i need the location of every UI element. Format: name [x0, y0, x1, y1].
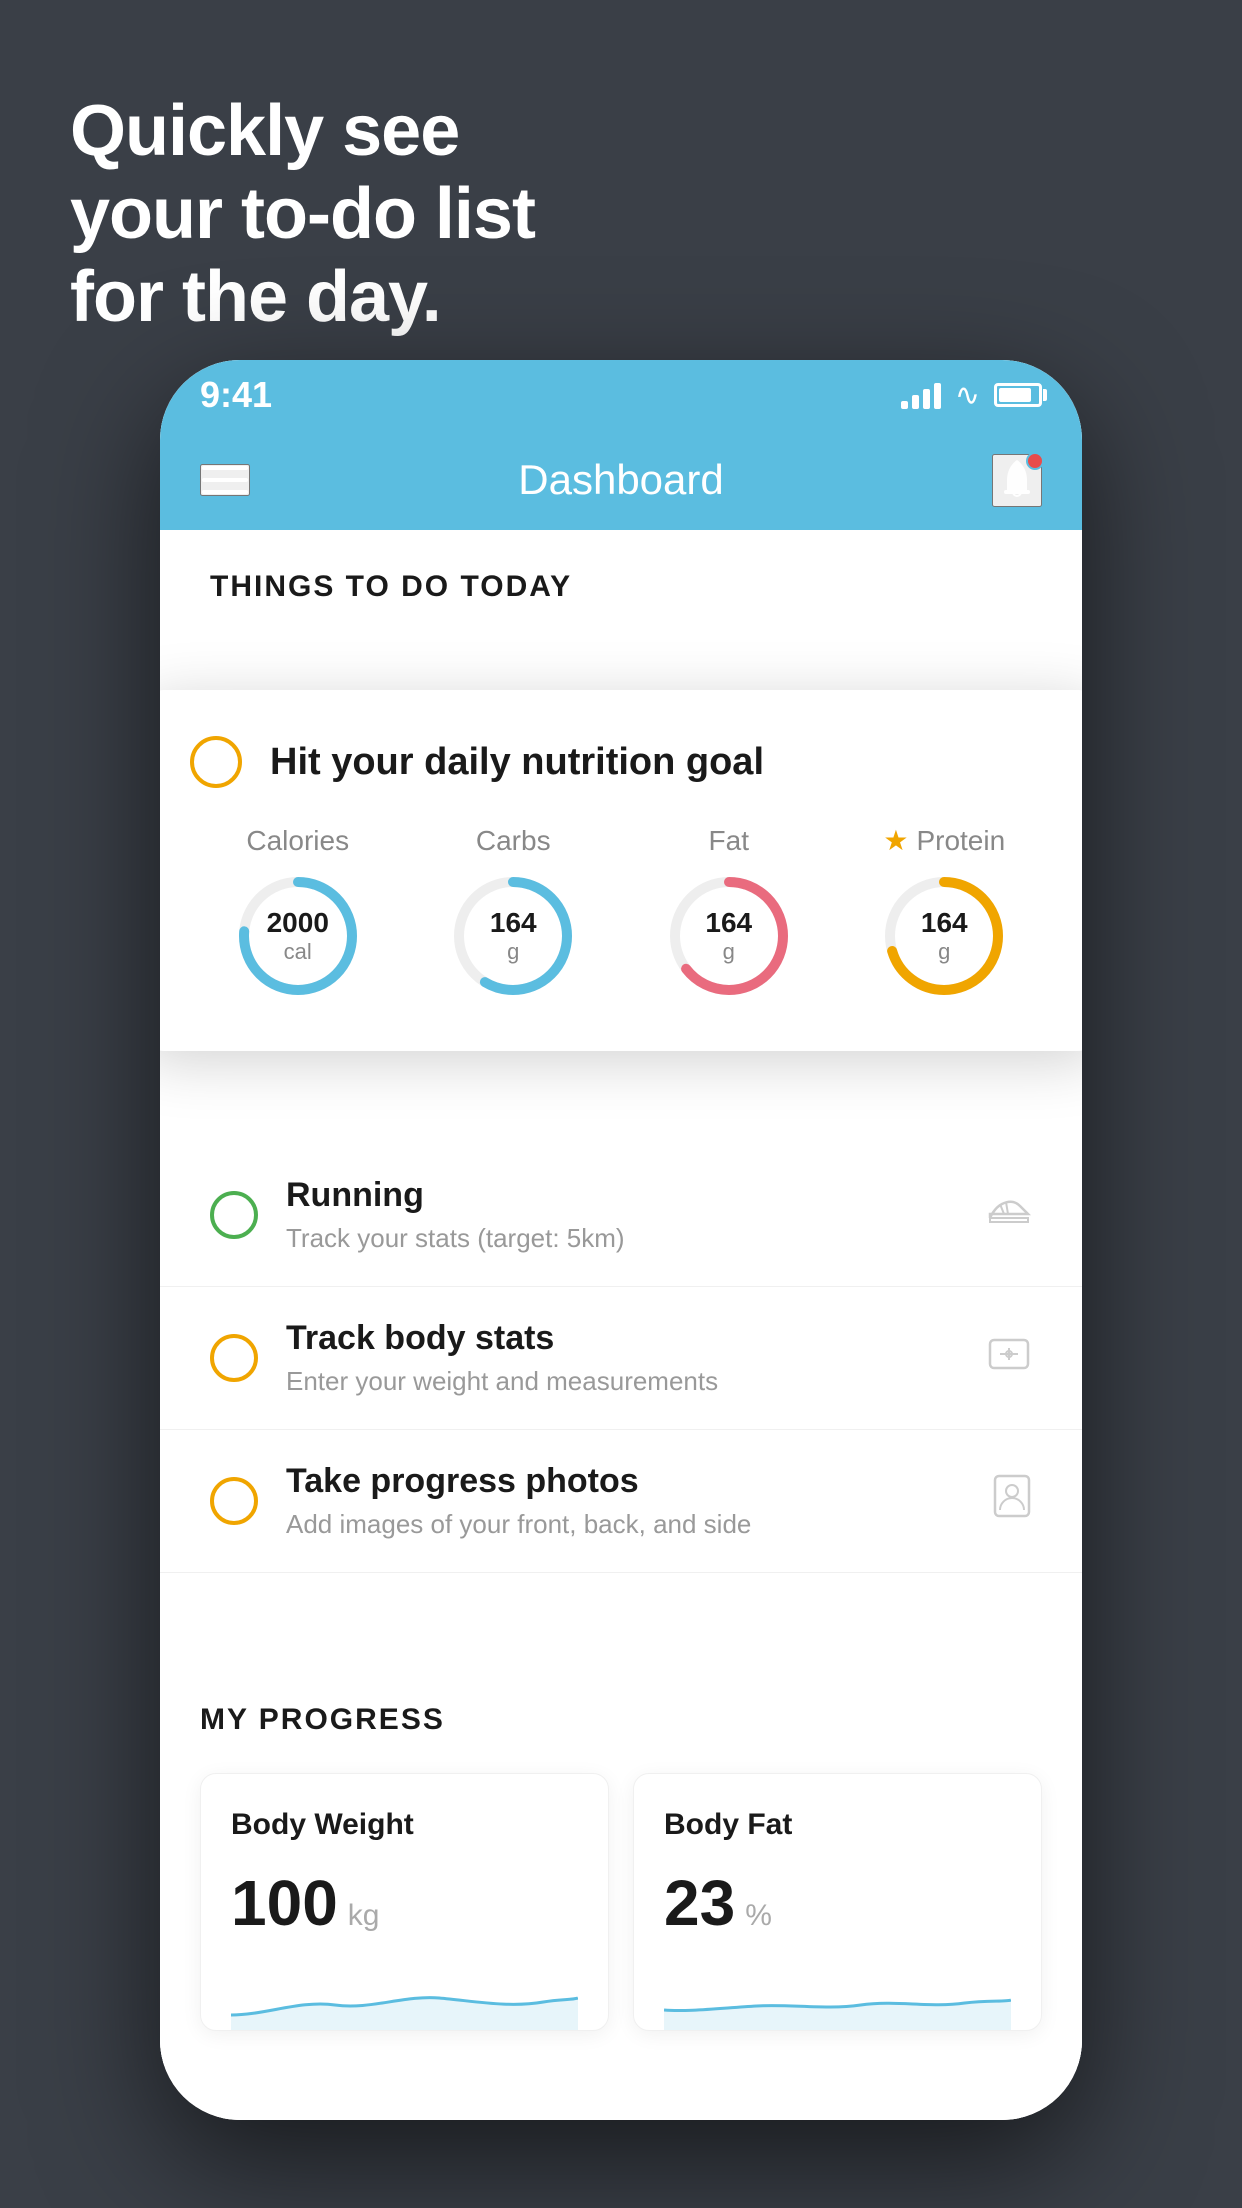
body-weight-unit: kg: [348, 1899, 380, 1933]
notification-dot: [1026, 452, 1044, 470]
progress-cards: Body Weight 100 kg: [200, 1773, 1042, 2031]
photos-subtitle: Add images of your front, back, and side: [286, 1509, 992, 1540]
hamburger-line-3: [202, 490, 248, 494]
nutrition-card-title: Hit your daily nutrition goal: [270, 741, 764, 784]
headline-line1: Quickly see: [70, 90, 535, 173]
photos-check-circle[interactable]: [210, 1477, 258, 1525]
body-fat-unit: %: [745, 1899, 772, 1933]
body-fat-num: 23: [664, 1866, 735, 1940]
nutrition-carbs: Carbs 164 g: [448, 825, 578, 1001]
signal-icon: [901, 381, 941, 409]
body-stats-text: Track body stats Enter your weight and m…: [286, 1319, 986, 1397]
hamburger-line-1: [202, 466, 248, 470]
body-stats-check-circle[interactable]: [210, 1334, 258, 1382]
nutrition-card: Hit your daily nutrition goal Calories: [160, 690, 1082, 1051]
hamburger-line-2: [202, 478, 248, 482]
running-text: Running Track your stats (target: 5km): [286, 1176, 986, 1254]
headline: Quickly see your to-do list for the day.: [70, 90, 535, 338]
signal-bar-1: [901, 401, 908, 409]
nutrition-card-title-row: Hit your daily nutrition goal: [190, 736, 1052, 788]
protein-label: ★ Protein: [883, 824, 1005, 857]
protein-value: 164 g: [921, 907, 968, 965]
app-header: Dashboard: [160, 430, 1082, 530]
app-content: THINGS TO DO TODAY Hit your daily nutrit…: [160, 530, 1082, 2120]
body-fat-label: Body Fat: [664, 1808, 1011, 1842]
nutrition-fat: Fat 164 g: [664, 825, 794, 1001]
shoe-icon: [986, 1192, 1032, 1238]
scale-icon: [986, 1330, 1032, 1386]
calories-label: Calories: [246, 825, 349, 857]
carbs-circle: 164 g: [448, 871, 578, 1001]
body-weight-label: Body Weight: [231, 1808, 578, 1842]
running-name: Running: [286, 1176, 986, 1215]
protein-star-icon: ★: [883, 824, 908, 857]
page-wrapper: Quickly see your to-do list for the day.…: [0, 0, 1242, 2208]
battery-fill: [999, 388, 1031, 402]
phone-frame: 9:41 ∿: [160, 360, 1082, 2120]
battery-icon: [994, 383, 1042, 407]
signal-bar-2: [912, 395, 919, 409]
fat-label: Fat: [709, 825, 749, 857]
running-subtitle: Track your stats (target: 5km): [286, 1223, 986, 1254]
running-check-circle[interactable]: [210, 1191, 258, 1239]
status-icons: ∿: [901, 378, 1042, 413]
carbs-value: 164 g: [490, 907, 537, 965]
photos-name: Take progress photos: [286, 1462, 992, 1501]
bell-icon: [994, 456, 1040, 505]
body-stats-name: Track body stats: [286, 1319, 986, 1358]
header-title: Dashboard: [518, 456, 723, 504]
fat-circle: 164 g: [664, 871, 794, 1001]
todo-progress-photos[interactable]: Take progress photos Add images of your …: [160, 1430, 1082, 1573]
body-weight-card: Body Weight 100 kg: [200, 1773, 609, 2031]
photos-text: Take progress photos Add images of your …: [286, 1462, 992, 1540]
headline-line3: for the day.: [70, 256, 535, 339]
fat-value: 164 g: [705, 907, 752, 965]
carbs-label: Carbs: [476, 825, 551, 857]
nutrition-row: Calories 2000 cal: [190, 824, 1052, 1001]
things-section: THINGS TO DO TODAY Hit your daily nutrit…: [160, 530, 1082, 1573]
signal-bar-4: [934, 383, 941, 409]
nutrition-calories: Calories 2000 cal: [233, 825, 363, 1001]
headline-line2: your to-do list: [70, 173, 535, 256]
protein-circle: 164 g: [879, 871, 1009, 1001]
status-bar: 9:41 ∿: [160, 360, 1082, 430]
todo-running[interactable]: Running Track your stats (target: 5km): [160, 1144, 1082, 1287]
notification-button[interactable]: [992, 454, 1042, 507]
body-fat-value-row: 23 %: [664, 1866, 1011, 1940]
wifi-icon: ∿: [955, 378, 980, 413]
body-stats-subtitle: Enter your weight and measurements: [286, 1366, 986, 1397]
progress-section: MY PROGRESS Body Weight 100 kg: [160, 1653, 1082, 2071]
body-fat-card: Body Fat 23 %: [633, 1773, 1042, 2031]
progress-heading: MY PROGRESS: [200, 1703, 1042, 1737]
body-weight-num: 100: [231, 1866, 338, 1940]
body-weight-value-row: 100 kg: [231, 1866, 578, 1940]
todo-list: Running Track your stats (target: 5km): [160, 1144, 1082, 1573]
calories-value: 2000 cal: [267, 907, 329, 965]
calories-circle: 2000 cal: [233, 871, 363, 1001]
nutrition-protein: ★ Protein 164: [879, 824, 1009, 1001]
status-time: 9:41: [200, 374, 272, 416]
nutrition-check-circle[interactable]: [190, 736, 242, 788]
person-icon: [992, 1473, 1032, 1529]
hamburger-button[interactable]: [200, 464, 250, 496]
body-weight-sparkline: [231, 1970, 578, 2030]
signal-bar-3: [923, 389, 930, 409]
body-fat-sparkline: [664, 1970, 1011, 2030]
things-heading: THINGS TO DO TODAY: [160, 530, 1082, 624]
todo-body-stats[interactable]: Track body stats Enter your weight and m…: [160, 1287, 1082, 1430]
